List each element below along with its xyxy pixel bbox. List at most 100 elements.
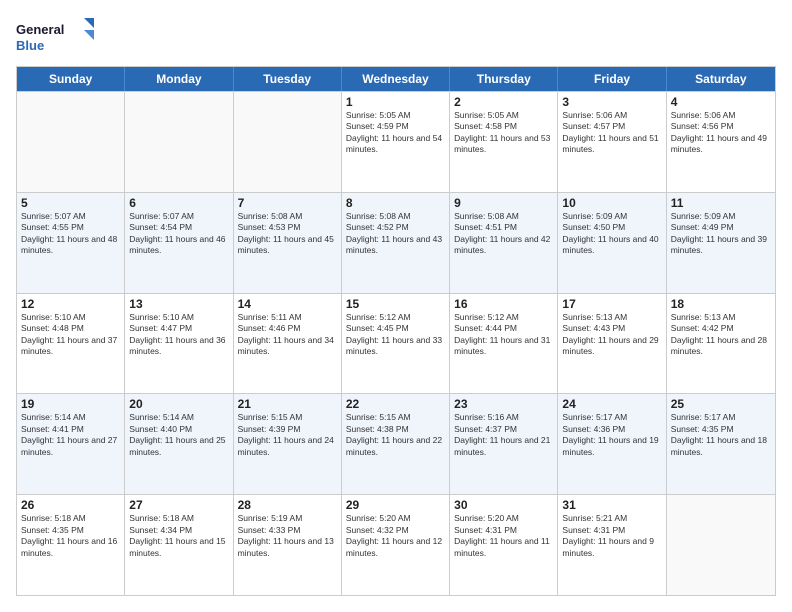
cell-detail: Sunrise: 5:20 AMSunset: 4:31 PMDaylight:… (454, 513, 553, 559)
calendar-cell (667, 495, 775, 595)
calendar-cell: 6Sunrise: 5:07 AMSunset: 4:54 PMDaylight… (125, 193, 233, 293)
cell-detail: Sunrise: 5:07 AMSunset: 4:55 PMDaylight:… (21, 211, 120, 257)
cell-detail: Sunrise: 5:15 AMSunset: 4:38 PMDaylight:… (346, 412, 445, 458)
day-number: 6 (129, 196, 228, 210)
day-number: 2 (454, 95, 553, 109)
cell-detail: Sunrise: 5:14 AMSunset: 4:40 PMDaylight:… (129, 412, 228, 458)
cell-detail: Sunrise: 5:21 AMSunset: 4:31 PMDaylight:… (562, 513, 661, 559)
calendar: SundayMondayTuesdayWednesdayThursdayFrid… (16, 66, 776, 596)
calendar-cell: 18Sunrise: 5:13 AMSunset: 4:42 PMDayligh… (667, 294, 775, 394)
calendar-cell: 16Sunrise: 5:12 AMSunset: 4:44 PMDayligh… (450, 294, 558, 394)
calendar-cell: 31Sunrise: 5:21 AMSunset: 4:31 PMDayligh… (558, 495, 666, 595)
calendar-cell: 13Sunrise: 5:10 AMSunset: 4:47 PMDayligh… (125, 294, 233, 394)
day-number: 17 (562, 297, 661, 311)
day-number: 27 (129, 498, 228, 512)
cell-detail: Sunrise: 5:18 AMSunset: 4:35 PMDaylight:… (21, 513, 120, 559)
calendar-cell: 23Sunrise: 5:16 AMSunset: 4:37 PMDayligh… (450, 394, 558, 494)
cell-detail: Sunrise: 5:07 AMSunset: 4:54 PMDaylight:… (129, 211, 228, 257)
weekday-header: Tuesday (234, 67, 342, 91)
day-number: 8 (346, 196, 445, 210)
calendar-cell: 2Sunrise: 5:05 AMSunset: 4:58 PMDaylight… (450, 92, 558, 192)
cell-detail: Sunrise: 5:06 AMSunset: 4:57 PMDaylight:… (562, 110, 661, 156)
day-number: 7 (238, 196, 337, 210)
calendar-cell: 21Sunrise: 5:15 AMSunset: 4:39 PMDayligh… (234, 394, 342, 494)
calendar-cell: 24Sunrise: 5:17 AMSunset: 4:36 PMDayligh… (558, 394, 666, 494)
day-number: 4 (671, 95, 771, 109)
day-number: 13 (129, 297, 228, 311)
day-number: 20 (129, 397, 228, 411)
day-number: 29 (346, 498, 445, 512)
cell-detail: Sunrise: 5:08 AMSunset: 4:52 PMDaylight:… (346, 211, 445, 257)
day-number: 25 (671, 397, 771, 411)
calendar-row: 1Sunrise: 5:05 AMSunset: 4:59 PMDaylight… (17, 91, 775, 192)
day-number: 30 (454, 498, 553, 512)
cell-detail: Sunrise: 5:18 AMSunset: 4:34 PMDaylight:… (129, 513, 228, 559)
cell-detail: Sunrise: 5:13 AMSunset: 4:42 PMDaylight:… (671, 312, 771, 358)
calendar-cell: 8Sunrise: 5:08 AMSunset: 4:52 PMDaylight… (342, 193, 450, 293)
weekday-header: Sunday (17, 67, 125, 91)
day-number: 26 (21, 498, 120, 512)
day-number: 12 (21, 297, 120, 311)
day-number: 31 (562, 498, 661, 512)
calendar-cell: 29Sunrise: 5:20 AMSunset: 4:32 PMDayligh… (342, 495, 450, 595)
calendar-cell: 28Sunrise: 5:19 AMSunset: 4:33 PMDayligh… (234, 495, 342, 595)
weekday-header: Thursday (450, 67, 558, 91)
weekday-header: Monday (125, 67, 233, 91)
calendar-cell: 30Sunrise: 5:20 AMSunset: 4:31 PMDayligh… (450, 495, 558, 595)
calendar-cell (17, 92, 125, 192)
day-number: 21 (238, 397, 337, 411)
calendar-cell: 19Sunrise: 5:14 AMSunset: 4:41 PMDayligh… (17, 394, 125, 494)
calendar-cell: 3Sunrise: 5:06 AMSunset: 4:57 PMDaylight… (558, 92, 666, 192)
calendar-row: 5Sunrise: 5:07 AMSunset: 4:55 PMDaylight… (17, 192, 775, 293)
calendar-cell: 9Sunrise: 5:08 AMSunset: 4:51 PMDaylight… (450, 193, 558, 293)
cell-detail: Sunrise: 5:10 AMSunset: 4:48 PMDaylight:… (21, 312, 120, 358)
svg-text:General: General (16, 22, 64, 37)
calendar-cell: 4Sunrise: 5:06 AMSunset: 4:56 PMDaylight… (667, 92, 775, 192)
calendar-cell: 1Sunrise: 5:05 AMSunset: 4:59 PMDaylight… (342, 92, 450, 192)
calendar-cell: 20Sunrise: 5:14 AMSunset: 4:40 PMDayligh… (125, 394, 233, 494)
cell-detail: Sunrise: 5:09 AMSunset: 4:50 PMDaylight:… (562, 211, 661, 257)
cell-detail: Sunrise: 5:13 AMSunset: 4:43 PMDaylight:… (562, 312, 661, 358)
logo-svg: General Blue (16, 16, 96, 56)
cell-detail: Sunrise: 5:05 AMSunset: 4:59 PMDaylight:… (346, 110, 445, 156)
calendar-cell: 25Sunrise: 5:17 AMSunset: 4:35 PMDayligh… (667, 394, 775, 494)
calendar-header: SundayMondayTuesdayWednesdayThursdayFrid… (17, 67, 775, 91)
day-number: 15 (346, 297, 445, 311)
day-number: 18 (671, 297, 771, 311)
day-number: 10 (562, 196, 661, 210)
calendar-body: 1Sunrise: 5:05 AMSunset: 4:59 PMDaylight… (17, 91, 775, 595)
cell-detail: Sunrise: 5:14 AMSunset: 4:41 PMDaylight:… (21, 412, 120, 458)
calendar-cell: 17Sunrise: 5:13 AMSunset: 4:43 PMDayligh… (558, 294, 666, 394)
cell-detail: Sunrise: 5:08 AMSunset: 4:51 PMDaylight:… (454, 211, 553, 257)
logo: General Blue (16, 16, 96, 56)
header: General Blue (16, 16, 776, 56)
day-number: 16 (454, 297, 553, 311)
cell-detail: Sunrise: 5:20 AMSunset: 4:32 PMDaylight:… (346, 513, 445, 559)
calendar-cell: 26Sunrise: 5:18 AMSunset: 4:35 PMDayligh… (17, 495, 125, 595)
svg-text:Blue: Blue (16, 38, 44, 53)
day-number: 14 (238, 297, 337, 311)
cell-detail: Sunrise: 5:16 AMSunset: 4:37 PMDaylight:… (454, 412, 553, 458)
calendar-cell: 5Sunrise: 5:07 AMSunset: 4:55 PMDaylight… (17, 193, 125, 293)
calendar-cell: 7Sunrise: 5:08 AMSunset: 4:53 PMDaylight… (234, 193, 342, 293)
cell-detail: Sunrise: 5:05 AMSunset: 4:58 PMDaylight:… (454, 110, 553, 156)
cell-detail: Sunrise: 5:12 AMSunset: 4:44 PMDaylight:… (454, 312, 553, 358)
day-number: 28 (238, 498, 337, 512)
calendar-cell: 22Sunrise: 5:15 AMSunset: 4:38 PMDayligh… (342, 394, 450, 494)
day-number: 1 (346, 95, 445, 109)
day-number: 11 (671, 196, 771, 210)
cell-detail: Sunrise: 5:15 AMSunset: 4:39 PMDaylight:… (238, 412, 337, 458)
cell-detail: Sunrise: 5:17 AMSunset: 4:35 PMDaylight:… (671, 412, 771, 458)
weekday-header: Saturday (667, 67, 775, 91)
calendar-cell: 11Sunrise: 5:09 AMSunset: 4:49 PMDayligh… (667, 193, 775, 293)
calendar-cell: 12Sunrise: 5:10 AMSunset: 4:48 PMDayligh… (17, 294, 125, 394)
calendar-row: 19Sunrise: 5:14 AMSunset: 4:41 PMDayligh… (17, 393, 775, 494)
weekday-header: Wednesday (342, 67, 450, 91)
weekday-header: Friday (558, 67, 666, 91)
cell-detail: Sunrise: 5:11 AMSunset: 4:46 PMDaylight:… (238, 312, 337, 358)
calendar-cell: 27Sunrise: 5:18 AMSunset: 4:34 PMDayligh… (125, 495, 233, 595)
cell-detail: Sunrise: 5:12 AMSunset: 4:45 PMDaylight:… (346, 312, 445, 358)
calendar-cell (234, 92, 342, 192)
day-number: 24 (562, 397, 661, 411)
day-number: 22 (346, 397, 445, 411)
